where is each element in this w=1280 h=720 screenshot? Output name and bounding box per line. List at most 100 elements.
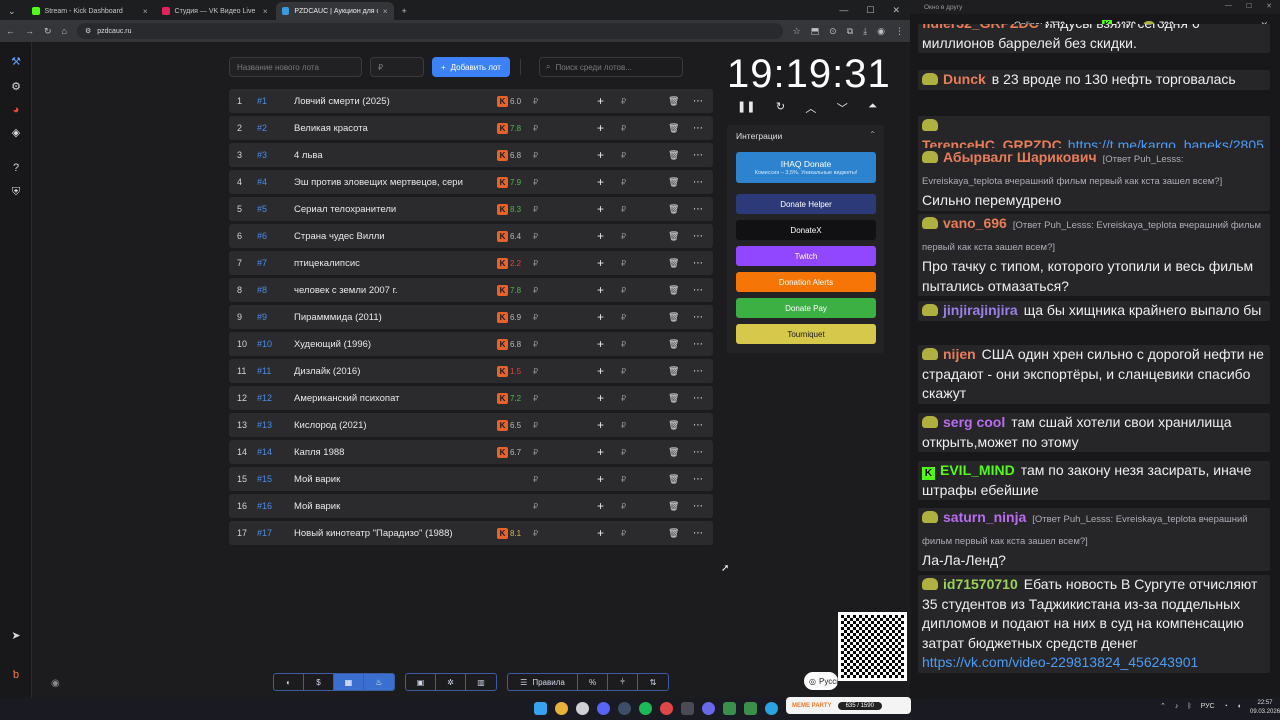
lot-id[interactable]: #10 (257, 339, 272, 349)
lot-id[interactable]: #2 (257, 123, 267, 133)
app-icon[interactable] (660, 702, 673, 715)
add-amount-icon[interactable]: + (597, 472, 604, 486)
chat-username[interactable]: EVIL_MIND (940, 462, 1015, 478)
more-icon[interactable]: ⋯ (693, 474, 703, 485)
reset-icon[interactable]: ↻ (776, 100, 785, 116)
lot-amount-input[interactable]: ₽ (621, 340, 626, 349)
chat-username[interactable]: Dunck (943, 71, 986, 87)
lot-name[interactable]: Сериал телохранители (294, 204, 482, 215)
back-icon[interactable]: ← (6, 26, 15, 36)
chevron-up-icon[interactable]: ⌃ (1160, 702, 1166, 710)
menu-icon[interactable]: ⋮ (895, 26, 904, 37)
telegram-icon[interactable] (765, 702, 778, 715)
lot-name[interactable]: Худеющий (1996) (294, 339, 482, 350)
lot-search-input[interactable]: ⌕ Поиск среди лотов... (538, 57, 683, 77)
lot-row[interactable]: 6 #6 Страна чудес Вилли K 6.4 ₽ + ₽ 🗑︎ ⋯ (229, 224, 713, 248)
lot-name[interactable]: Эш против зловещих мертвецов, сери (294, 177, 482, 188)
app-icon[interactable] (681, 702, 694, 715)
browser-tab-pzdcauc[interactable]: PZDCAUC | Аукцион для стри × (275, 2, 394, 20)
lot-amount-input[interactable]: ₽ (621, 232, 626, 241)
lot-id[interactable]: #7 (257, 258, 267, 268)
new-tab-icon[interactable]: + (394, 2, 415, 20)
more-icon[interactable]: ⋯ (693, 420, 703, 431)
donation-alerts-button[interactable]: Donation Alerts (736, 272, 876, 292)
bookmark-star-icon[interactable]: ☆ (793, 26, 801, 37)
kinopoisk-rating[interactable]: K 6.7 (497, 446, 521, 458)
trash-icon[interactable]: 🗑︎ (668, 528, 679, 539)
lot-id[interactable]: #13 (257, 420, 272, 430)
lot-amount-input[interactable]: ₽ (621, 394, 626, 403)
site-info-icon[interactable]: ⚙ (85, 27, 91, 35)
more-icon[interactable]: ⋯ (693, 204, 703, 215)
lot-name[interactable]: Американский психопат (294, 393, 482, 404)
trash-icon[interactable]: 🗑︎ (668, 258, 679, 269)
lot-row[interactable]: 3 #3 4 льва K 6.8 ₽ + ₽ 🗑︎ ⋯ (229, 143, 713, 167)
lot-name[interactable]: Ловчий смерти (2025) (294, 96, 482, 107)
lot-name[interactable]: 4 льва (294, 150, 482, 161)
chat-username[interactable]: serg cool (943, 414, 1005, 430)
trash-icon[interactable]: 🗑︎ (668, 285, 679, 296)
language-selector[interactable]: ◎ Русский (804, 672, 838, 690)
system-clock[interactable]: 22:57 09.03.2026 (1250, 699, 1280, 717)
add-amount-icon[interactable]: + (597, 229, 604, 243)
obs-icon[interactable] (576, 702, 589, 715)
minimize-icon[interactable]: — (839, 5, 848, 15)
chat-username[interactable]: nijen (943, 346, 976, 362)
gear-icon[interactable]: ⚙ (9, 80, 23, 94)
more-icon[interactable]: ⋯ (693, 312, 703, 323)
close-icon[interactable]: × (383, 7, 388, 16)
maximize-icon[interactable]: ☐ (1246, 2, 1252, 10)
windows-start-icon[interactable] (534, 702, 547, 715)
lot-amount-input[interactable]: ₽ (621, 286, 626, 295)
lot-amount-input[interactable]: ₽ (621, 475, 626, 484)
more-icon[interactable]: ⋯ (693, 285, 703, 296)
lot-id[interactable]: #8 (257, 285, 267, 295)
lot-id[interactable]: #1 (257, 96, 267, 106)
lot-row[interactable]: 16 #16 Мой варик ₽ + ₽ 🗑︎ ⋯ (229, 494, 713, 518)
lot-id[interactable]: #4 (257, 177, 267, 187)
kinopoisk-rating[interactable]: K 1.5 (497, 365, 521, 377)
kinopoisk-rating[interactable]: K 8.1 (497, 527, 521, 539)
lot-amount-input[interactable]: ₽ (621, 151, 626, 160)
trash-icon[interactable]: 🗑︎ (668, 366, 679, 377)
kinopoisk-rating[interactable]: K 6.9 (497, 311, 521, 323)
lot-name[interactable]: Великая красота (294, 123, 482, 134)
dollar-icon[interactable]: $ (304, 674, 334, 690)
lot-id[interactable]: #11 (257, 366, 271, 376)
more-icon[interactable]: ⋯ (693, 366, 703, 377)
kinopoisk-rating[interactable]: K 6.0 (497, 95, 521, 107)
lot-amount-input[interactable]: ₽ (621, 502, 626, 511)
reload-icon[interactable]: ↻ (44, 26, 52, 37)
lot-amount-input[interactable]: ₽ (621, 448, 626, 457)
lot-row[interactable]: 1 #1 Ловчий смерти (2025) K 6.0 ₽ + ₽ 🗑︎ ⋯ (229, 89, 713, 113)
eye-icon[interactable]: ◉ (51, 678, 60, 689)
more-icon[interactable]: ⋯ (693, 501, 703, 512)
flame-icon[interactable]: ♨ (364, 674, 394, 690)
lot-id[interactable]: #9 (257, 312, 267, 322)
add-amount-icon[interactable]: + (597, 364, 604, 378)
trash-icon[interactable]: 🗑︎ (668, 96, 679, 107)
lot-row[interactable]: 12 #12 Американский психопат K 7.2 ₽ + ₽ 🗑︎ ⋯ (229, 386, 713, 410)
spotify-icon[interactable] (639, 702, 652, 715)
extension-icon[interactable]: ⊙ (829, 26, 837, 37)
more-icon[interactable]: ⋯ (693, 150, 703, 161)
add-amount-icon[interactable]: + (597, 526, 604, 540)
trash-icon[interactable]: 🗑︎ (668, 204, 679, 215)
minimize-icon[interactable]: — (1225, 2, 1232, 10)
add-amount-icon[interactable]: + (597, 256, 604, 270)
maximize-icon[interactable]: ☐ (866, 5, 874, 16)
save-icon[interactable]: ▣ (406, 674, 436, 690)
more-icon[interactable]: ⋯ (693, 123, 703, 134)
kinopoisk-rating[interactable]: K 7.8 (497, 122, 521, 134)
chat-username[interactable]: jinjirajinjira (943, 302, 1018, 318)
add-amount-icon[interactable]: + (597, 445, 604, 459)
add-amount-icon[interactable]: + (597, 499, 604, 513)
trash-icon[interactable]: 🗑︎ (668, 123, 679, 134)
sliders-icon[interactable]: ⫩ (608, 674, 638, 690)
lot-id[interactable]: #6 (257, 231, 267, 241)
more-icon[interactable]: ⋯ (693, 393, 703, 404)
app-icon[interactable] (744, 702, 757, 715)
chat-username[interactable]: Абырвалг Шарикович (943, 149, 1097, 165)
rules-button[interactable]: ☰ Правила (508, 674, 578, 690)
lot-amount-input[interactable]: ₽ (621, 313, 626, 322)
